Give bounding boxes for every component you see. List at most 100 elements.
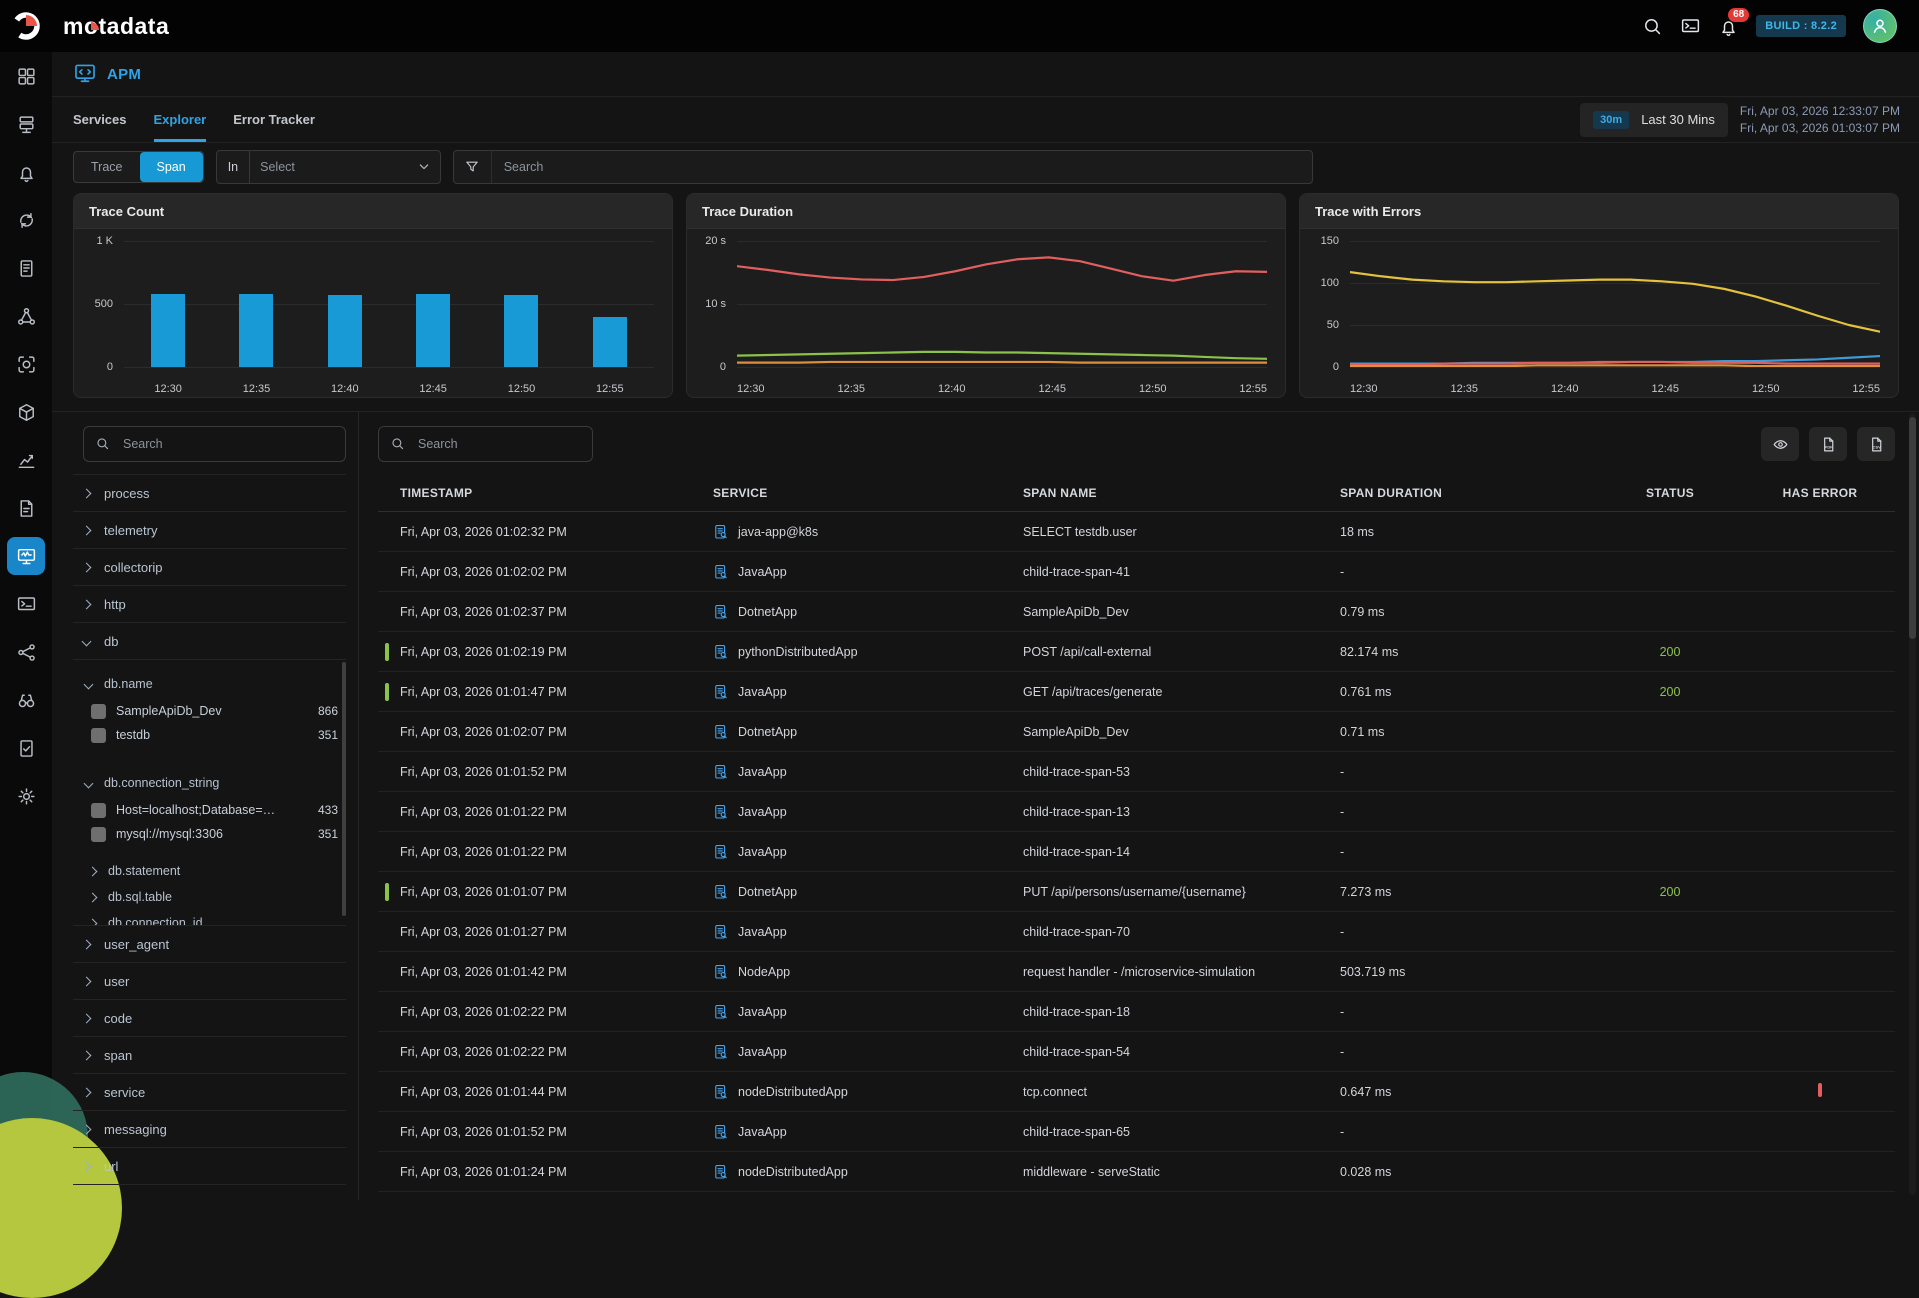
file-pdf-icon: PDF	[1820, 436, 1837, 453]
facet-group-user[interactable]: user	[73, 963, 346, 1000]
export-csv-button[interactable]: CSV	[1857, 427, 1895, 461]
console-icon[interactable]	[1680, 16, 1701, 37]
chevron-right-icon	[82, 599, 92, 609]
in-field-select[interactable]: In Select	[216, 150, 441, 184]
checkbox[interactable]	[91, 728, 106, 743]
sidebar-item-dashboard[interactable]	[0, 52, 52, 100]
facet-group-db[interactable]: db	[73, 623, 346, 660]
trace-doc-icon	[713, 963, 729, 981]
span-toggle-button[interactable]: Span	[140, 152, 203, 182]
table-actions: PDF CSV	[1761, 427, 1895, 461]
facet-group-user-agent[interactable]: user_agent	[73, 926, 346, 963]
table-row[interactable]: Fri, Apr 03, 2026 01:01:47 PMJavaAppGET …	[378, 672, 1895, 712]
facet-value-host-localhost-database[interactable]: Host=localhost;Database=…433	[85, 798, 346, 822]
time-range-picker[interactable]: 30m Last 30 Mins	[1580, 103, 1728, 137]
top-bar: motadata 68BUILD : 8.2.2	[0, 0, 1919, 52]
table-row[interactable]: Fri, Apr 03, 2026 01:01:22 PMJavaAppchil…	[378, 832, 1895, 872]
table-row[interactable]: Fri, Apr 03, 2026 01:01:44 PMnodeDistrib…	[378, 1072, 1895, 1112]
filter-search-input[interactable]	[492, 160, 1312, 174]
view-columns-button[interactable]	[1761, 427, 1799, 461]
table-row[interactable]: Fri, Apr 03, 2026 01:02:19 PMpythonDistr…	[378, 632, 1895, 672]
facet-group-messaging[interactable]: messaging	[73, 1111, 346, 1148]
trace-toggle-button[interactable]: Trace	[74, 152, 140, 182]
notifications-icon[interactable]: 68	[1718, 16, 1739, 37]
sidebar-item-assets[interactable]	[0, 388, 52, 436]
facet-value-sampleapidb-dev[interactable]: SampleApiDb_Dev866	[85, 699, 346, 723]
page-scrollbar[interactable]	[1909, 417, 1916, 639]
facet-group-service[interactable]: service	[73, 1074, 346, 1111]
topbar-actions: 68BUILD : 8.2.2	[1642, 9, 1919, 43]
facet-group-url[interactable]: url	[73, 1148, 346, 1185]
facet-field-db-statement[interactable]: db.statement	[85, 858, 346, 884]
sidebar-item-reports[interactable]	[0, 484, 52, 532]
table-row[interactable]: Fri, Apr 03, 2026 01:02:32 PMjava-app@k8…	[378, 512, 1895, 552]
time-range-badge: 30m	[1593, 111, 1629, 129]
facet-field-db-name[interactable]: db.name	[85, 669, 346, 699]
table-row[interactable]: Fri, Apr 03, 2026 01:02:37 PMDotnetAppSa…	[378, 592, 1895, 632]
facet-count: 351	[318, 728, 338, 742]
column-header-span-name: SPAN NAME	[1023, 486, 1340, 500]
facet-count: 433	[318, 803, 338, 817]
sidebar-item-settings[interactable]	[0, 772, 52, 820]
table-row[interactable]: Fri, Apr 03, 2026 01:02:02 PMJavaAppchil…	[378, 552, 1895, 592]
tab-error-tracker[interactable]: Error Tracker	[233, 97, 315, 142]
sidebar-item-operations[interactable]	[0, 196, 52, 244]
chart-title: Trace with Errors	[1300, 194, 1898, 229]
tab-services[interactable]: Services	[73, 97, 127, 142]
facet-field-db-connection-string[interactable]: db.connection_string	[85, 768, 346, 798]
table-row[interactable]: Fri, Apr 03, 2026 01:01:42 PMNodeApprequ…	[378, 952, 1895, 992]
sidebar-item-discovery[interactable]	[0, 676, 52, 724]
table-search	[378, 426, 593, 462]
export-pdf-button[interactable]: PDF	[1809, 427, 1847, 461]
file-csv-icon: CSV	[1868, 436, 1885, 453]
sidebar-item-infrastructure[interactable]	[0, 100, 52, 148]
table-row[interactable]: Fri, Apr 03, 2026 01:02:22 PMJavaAppchil…	[378, 1032, 1895, 1072]
assets-icon	[7, 393, 45, 431]
chevron-down-icon	[84, 679, 94, 689]
table-row[interactable]: Fri, Apr 03, 2026 01:01:07 PMDotnetAppPU…	[378, 872, 1895, 912]
facet-group-collectorip[interactable]: collectorip	[73, 549, 346, 586]
sidebar-nav	[0, 52, 52, 1199]
search-icon[interactable]	[1642, 16, 1663, 37]
table-row[interactable]: Fri, Apr 03, 2026 01:01:52 PMJavaAppchil…	[378, 1112, 1895, 1152]
facet-group-code[interactable]: code	[73, 1000, 346, 1037]
facet-field-db-connection-id[interactable]: db.connection_id	[85, 910, 346, 926]
checkbox[interactable]	[91, 803, 106, 818]
table-search-input[interactable]	[406, 437, 591, 451]
sidebar-item-compliance[interactable]	[0, 724, 52, 772]
table-row[interactable]: Fri, Apr 03, 2026 01:01:22 PMJavaAppchil…	[378, 792, 1895, 832]
sidebar-item-network[interactable]	[0, 628, 52, 676]
search-icon	[95, 436, 111, 452]
sidebar-item-analytics[interactable]	[0, 436, 52, 484]
facet-group-process[interactable]: process	[73, 475, 346, 512]
facet-search-input[interactable]	[111, 437, 343, 451]
trace-doc-icon	[713, 843, 729, 861]
tab-explorer[interactable]: Explorer	[154, 97, 207, 142]
facet-group-http[interactable]: http	[73, 586, 346, 623]
table-row[interactable]: Fri, Apr 03, 2026 01:01:52 PMJavaAppchil…	[378, 752, 1895, 792]
sidebar-item-console[interactable]	[0, 580, 52, 628]
facet-field-db-sql-table[interactable]: db.sql.table	[85, 884, 346, 910]
funnel-icon[interactable]	[454, 151, 492, 183]
facet-value-testdb[interactable]: testdb351	[85, 723, 346, 747]
chevron-right-icon	[82, 1087, 92, 1097]
facet-group-telemetry[interactable]: telemetry	[73, 512, 346, 549]
table-row[interactable]: Fri, Apr 03, 2026 01:02:07 PMDotnetAppSa…	[378, 712, 1895, 752]
sidebar-item-monitoring[interactable]	[0, 340, 52, 388]
reports-icon	[7, 489, 45, 527]
sidebar-item-topology[interactable]	[0, 292, 52, 340]
table-row[interactable]: Fri, Apr 03, 2026 01:02:22 PMJavaAppchil…	[378, 992, 1895, 1032]
facet-value-mysql-mysql-3306[interactable]: mysql://mysql:3306351	[85, 822, 346, 846]
sidebar-item-logs[interactable]	[0, 244, 52, 292]
user-avatar[interactable]	[1863, 9, 1897, 43]
trace-doc-icon	[713, 803, 729, 821]
facet-scrollbar[interactable]	[342, 662, 346, 916]
table-row[interactable]: Fri, Apr 03, 2026 01:01:24 PMnodeDistrib…	[378, 1152, 1895, 1192]
sidebar-item-alerts[interactable]	[0, 148, 52, 196]
facet-count: 866	[318, 704, 338, 718]
checkbox[interactable]	[91, 704, 106, 719]
checkbox[interactable]	[91, 827, 106, 842]
sidebar-item-apm[interactable]	[0, 532, 52, 580]
table-row[interactable]: Fri, Apr 03, 2026 01:01:27 PMJavaAppchil…	[378, 912, 1895, 952]
facet-group-span[interactable]: span	[73, 1037, 346, 1074]
